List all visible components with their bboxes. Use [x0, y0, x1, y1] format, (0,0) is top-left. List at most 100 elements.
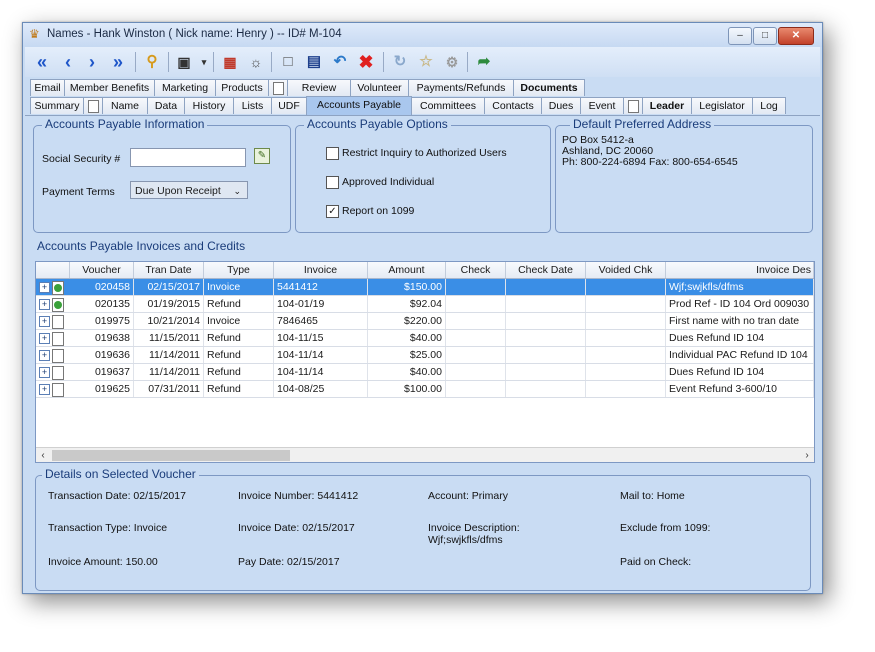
tab-history[interactable]: History — [184, 97, 234, 114]
header-type[interactable]: Type — [204, 262, 274, 278]
tab-summary[interactable]: Summary — [30, 97, 84, 114]
cell-tran-date: 01/19/2015 — [134, 296, 204, 312]
close-button[interactable]: ✕ — [778, 27, 814, 45]
cell-check-date — [506, 381, 586, 397]
payment-terms-select[interactable]: Due Upon Receipt ⌄ — [130, 181, 248, 199]
print-icon[interactable]: ▦ — [219, 50, 241, 74]
header-invoice-description[interactable]: Invoice Des — [666, 262, 814, 278]
table-row[interactable]: +020135 01/19/2015 Refund 104-01/19 $92.04 Pr… — [36, 296, 814, 313]
cell-tran-date: 10/21/2014 — [134, 313, 204, 329]
previous-record-icon[interactable]: ‹ — [57, 50, 79, 74]
maximize-button[interactable]: □ — [753, 27, 777, 45]
table-row[interactable]: +019637 11/14/2011 Refund 104-11/14 $40.00 Du… — [36, 364, 814, 381]
tab-member-benefits[interactable]: Member Benefits — [64, 79, 155, 96]
minimize-button[interactable]: – — [728, 27, 752, 45]
header-voucher[interactable]: Voucher — [70, 262, 134, 278]
expand-row-icon[interactable]: + — [39, 384, 50, 395]
paid-on-check: Paid on Check: — [620, 556, 692, 568]
tab-committees[interactable]: Committees — [411, 97, 485, 114]
last-record-icon[interactable]: » — [107, 50, 129, 74]
header-amount[interactable]: Amount — [368, 262, 446, 278]
header-voided-chk[interactable]: Voided Chk — [586, 262, 666, 278]
expand-row-icon[interactable]: + — [39, 367, 50, 378]
cell-type: Refund — [204, 381, 274, 397]
header-check[interactable]: Check — [446, 262, 506, 278]
toolbar-separator — [467, 52, 468, 72]
tab-lists[interactable]: Lists — [233, 97, 272, 114]
tab-log[interactable]: Log — [752, 97, 786, 114]
scroll-right-icon[interactable]: › — [800, 448, 814, 462]
tab-name[interactable]: Name — [102, 97, 148, 114]
scroll-left-icon[interactable]: ‹ — [36, 448, 50, 462]
tab-email[interactable]: Email — [30, 79, 65, 96]
cell-voucher: 019637 — [70, 364, 134, 380]
first-record-icon[interactable]: « — [31, 50, 53, 74]
table-row[interactable]: +019975 10/21/2014 Invoice 7846465 $220.00 Fi… — [36, 313, 814, 330]
window-title: Names - Hank Winston ( Nick name: Henry … — [47, 28, 342, 40]
tab-leader-icon[interactable] — [623, 97, 643, 114]
tab-event[interactable]: Event — [580, 97, 624, 114]
cell-voided-chk — [586, 313, 666, 329]
cell-voucher: 019625 — [70, 381, 134, 397]
tab-name-icon[interactable] — [83, 97, 103, 114]
table-row[interactable]: +020458 02/15/2017 Invoice 5441412 $150.00 Wj… — [36, 279, 814, 296]
cell-type: Refund — [204, 296, 274, 312]
table-row[interactable]: +019638 11/15/2011 Refund 104-11/15 $40.00 Du… — [36, 330, 814, 347]
favorite-icon[interactable]: ☆ — [415, 50, 437, 74]
names-window: ♛ Names - Hank Winston ( Nick name: Henr… — [22, 22, 823, 594]
tab-data[interactable]: Data — [147, 97, 185, 114]
tab-udf[interactable]: UDF — [271, 97, 307, 114]
expand-row-icon[interactable]: + — [39, 333, 50, 344]
report-1099-checkbox[interactable]: ✓ — [326, 205, 339, 218]
horizontal-scrollbar[interactable]: ‹ › — [36, 447, 814, 462]
approved-individual-checkbox[interactable] — [326, 176, 339, 189]
expand-row-icon[interactable]: + — [39, 282, 50, 293]
tab-review[interactable]: Review — [287, 79, 351, 96]
next-record-icon[interactable]: › — [81, 50, 103, 74]
view-icon[interactable]: ☼ — [245, 50, 267, 74]
tab-document-icon[interactable] — [268, 79, 288, 96]
restrict-inquiry-checkbox[interactable] — [326, 147, 339, 160]
cell-amount: $100.00 — [368, 381, 446, 397]
toolbar-separator — [383, 52, 384, 72]
expand-row-icon[interactable]: + — [39, 350, 50, 361]
tab-documents[interactable]: Documents — [513, 79, 585, 96]
tab-products[interactable]: Products — [215, 79, 269, 96]
export-icon[interactable]: ➦ — [473, 50, 495, 74]
refresh-icon[interactable]: ↻ — [389, 50, 411, 74]
header-expand — [36, 262, 70, 278]
edit-ssn-icon[interactable]: ✎ — [254, 148, 270, 164]
expand-row-icon[interactable]: + — [39, 316, 50, 327]
tab-payments-refunds[interactable]: Payments/Refunds — [408, 79, 514, 96]
header-invoice[interactable]: Invoice — [274, 262, 368, 278]
scroll-thumb[interactable] — [52, 450, 290, 461]
header-tran-date[interactable]: Tran Date — [134, 262, 204, 278]
tab-row-2: Summary Name Data History Lists UDF Acco… — [25, 96, 820, 115]
tab-marketing[interactable]: Marketing — [154, 79, 216, 96]
tab-legislator[interactable]: Legislator — [691, 97, 753, 114]
settings-icon[interactable]: ⚙ — [441, 50, 463, 74]
tab-dues[interactable]: Dues — [541, 97, 581, 114]
header-check-date[interactable]: Check Date — [506, 262, 586, 278]
camera-icon[interactable]: ▣ — [173, 50, 195, 74]
table-row[interactable]: +019625 07/31/2011 Refund 104-08/25 $100.00 E… — [36, 381, 814, 398]
ssn-input[interactable] — [130, 148, 246, 167]
dropdown-arrow-icon[interactable]: ▾ — [193, 50, 215, 74]
search-icon[interactable]: ⚲ — [141, 50, 163, 74]
expand-row-icon[interactable]: + — [39, 299, 50, 310]
tab-contacts[interactable]: Contacts — [484, 97, 542, 114]
cell-voucher: 019975 — [70, 313, 134, 329]
tab-leader[interactable]: Leader — [642, 97, 692, 114]
ap-information-group: Accounts Payable Information Social Secu… — [33, 117, 291, 233]
ap-options-title: Accounts Payable Options — [304, 117, 451, 131]
cell-check-date — [506, 330, 586, 346]
table-row[interactable]: +019636 11/14/2011 Refund 104-11/14 $25.00 In… — [36, 347, 814, 364]
tab-volunteer[interactable]: Volunteer — [350, 79, 409, 96]
save-icon[interactable]: ▤ — [303, 50, 325, 74]
new-record-icon[interactable]: □ — [277, 50, 299, 74]
tab-accounts-payable[interactable]: Accounts Payable — [306, 96, 412, 115]
delete-icon[interactable]: ✖ — [355, 50, 377, 74]
transaction-date: Transaction Date: 02/15/2017 — [48, 490, 186, 502]
invoices-grid: Voucher Tran Date Type Invoice Amount Ch… — [35, 261, 815, 463]
undo-icon[interactable]: ↶ — [329, 50, 351, 74]
